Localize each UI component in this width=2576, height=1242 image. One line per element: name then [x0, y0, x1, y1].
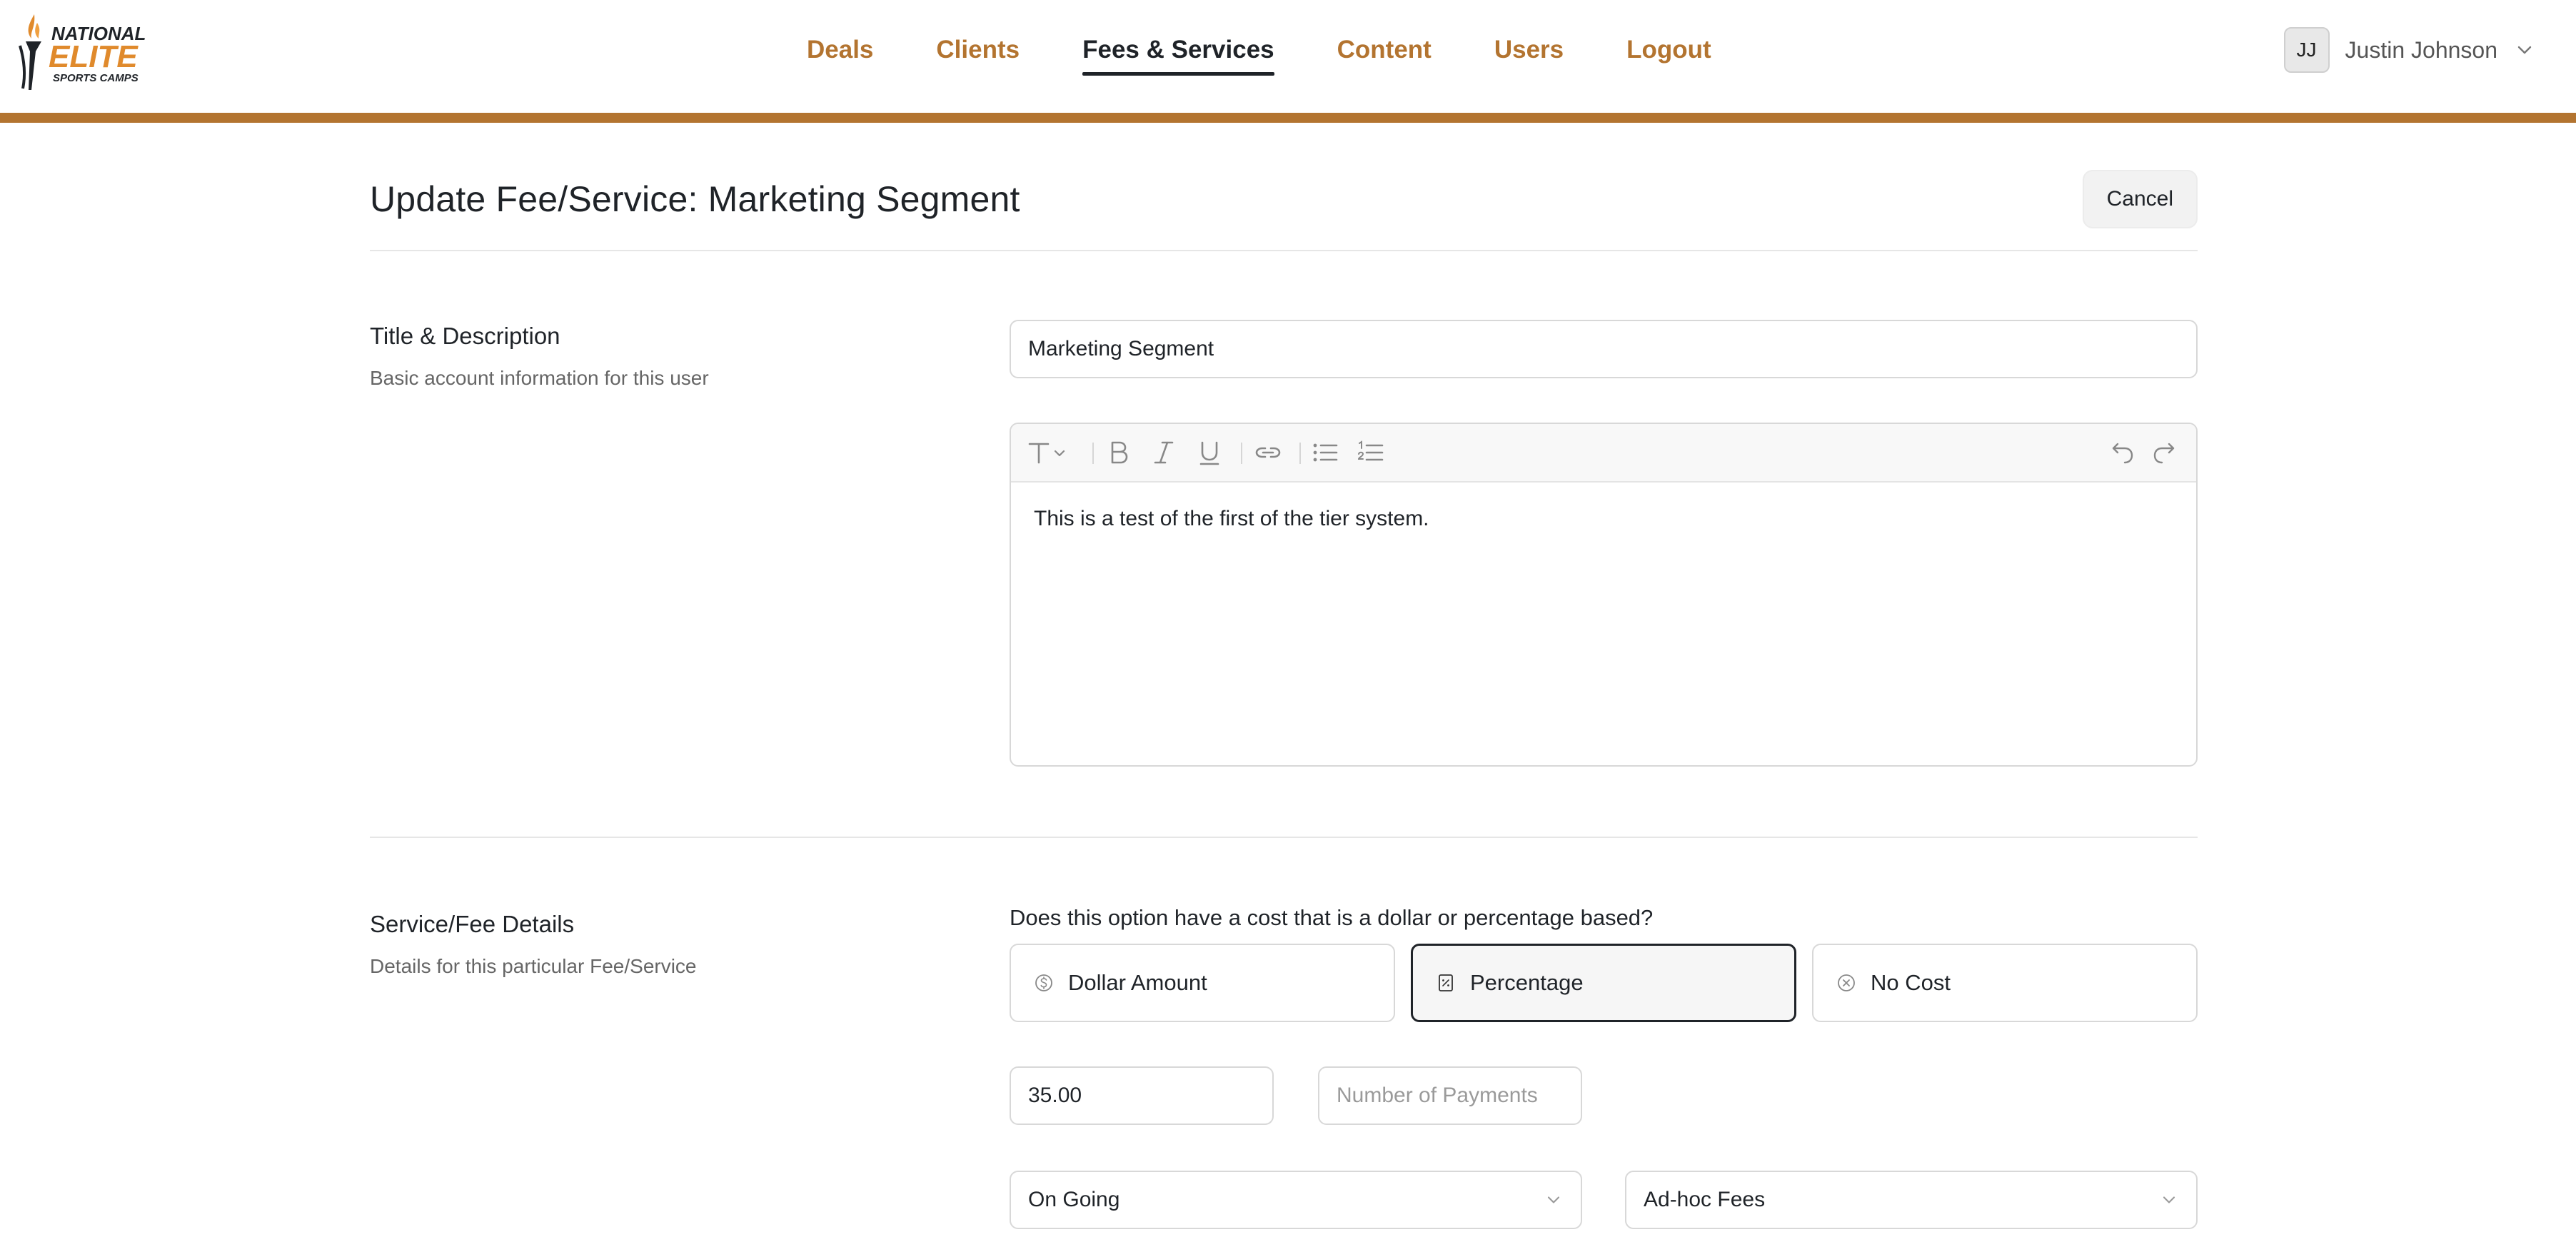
section-title-description-sub: Basic account information for this user — [370, 367, 709, 389]
category-value: Ad-hoc Fees — [1644, 1188, 1766, 1211]
divider — [370, 250, 2198, 251]
category-select[interactable]: Ad-hoc Fees — [1625, 1171, 2198, 1229]
link-icon[interactable] — [1254, 438, 1282, 467]
chevron-down-icon — [1547, 1196, 1560, 1203]
section-details-label: Service/Fee Details — [370, 911, 575, 937]
cost-type-question: Does this option have a cost that is a d… — [1010, 905, 1654, 930]
chevron-down-icon — [2517, 46, 2532, 54]
nav-users[interactable]: Users — [1494, 29, 1564, 71]
user-name: Justin Johnson — [2345, 36, 2497, 63]
national-elite-logo[interactable]: NATIONAL ELITE SPORTS CAMPS — [10, 10, 160, 93]
percent-icon — [1439, 974, 1453, 991]
option-label: Percentage — [1470, 970, 1584, 995]
italic-icon[interactable] — [1149, 438, 1178, 467]
avatar: JJ — [2283, 27, 2330, 73]
title-row: Update Fee/Service: Marketing Segment Ca… — [370, 170, 2198, 248]
toolbar-separator — [1299, 443, 1301, 464]
header-accent-bar — [0, 113, 2576, 123]
amount-input[interactable] — [1010, 1066, 1274, 1125]
underline-icon[interactable] — [1195, 438, 1224, 467]
nav-fees-services[interactable]: Fees & Services — [1082, 29, 1274, 76]
redo-icon[interactable] — [2152, 438, 2180, 467]
chevron-down-icon — [2163, 1196, 2175, 1203]
bold-icon[interactable] — [1104, 438, 1132, 467]
option-dollar-amount[interactable]: Dollar Amount — [1010, 944, 1395, 1022]
divider — [370, 837, 2198, 838]
option-no-cost[interactable]: No Cost — [1812, 944, 2198, 1022]
description-editor[interactable]: This is a test of the first of the tier … — [1010, 423, 2198, 767]
logo-line-2: ELITE — [49, 39, 139, 74]
bullet-list-icon[interactable] — [1311, 438, 1339, 467]
toolbar-separator — [1092, 443, 1094, 464]
numbered-list-icon[interactable] — [1357, 438, 1385, 467]
dollar-icon — [1035, 974, 1052, 991]
section-details-sub: Details for this particular Fee/Service — [370, 955, 697, 977]
cancel-button[interactable]: Cancel — [2082, 170, 2198, 228]
option-percentage[interactable]: Percentage — [1411, 944, 1796, 1022]
frequency-select[interactable]: On Going — [1010, 1171, 1582, 1229]
toolbar-separator — [1241, 443, 1242, 464]
user-menu[interactable]: JJ Justin Johnson — [2283, 27, 2536, 73]
title-input[interactable] — [1010, 320, 2198, 378]
top-header: NATIONAL ELITE SPORTS CAMPS Deals Client… — [0, 0, 2576, 113]
page-title: Update Fee/Service: Marketing Segment — [370, 179, 1020, 219]
nav-clients[interactable]: Clients — [936, 29, 1020, 71]
undo-icon[interactable] — [2106, 438, 2135, 467]
option-label: Dollar Amount — [1068, 970, 1207, 995]
number-of-payments-input[interactable] — [1318, 1066, 1582, 1125]
section-title-description-label: Title & Description — [370, 323, 560, 349]
main-nav: Deals Clients Fees & Services Content Us… — [807, 29, 1711, 76]
editor-content[interactable]: This is a test of the first of the tier … — [1011, 483, 2196, 555]
nav-content[interactable]: Content — [1337, 29, 1432, 71]
no-cost-icon — [1838, 974, 1855, 991]
option-label: No Cost — [1871, 970, 1951, 995]
text-style-icon[interactable] — [1027, 438, 1071, 467]
nav-logout[interactable]: Logout — [1626, 29, 1711, 71]
nav-deals[interactable]: Deals — [807, 29, 873, 71]
frequency-value: On Going — [1028, 1188, 1120, 1211]
editor-toolbar — [1011, 424, 2196, 483]
logo-line-3: SPORTS CAMPS — [53, 72, 139, 84]
